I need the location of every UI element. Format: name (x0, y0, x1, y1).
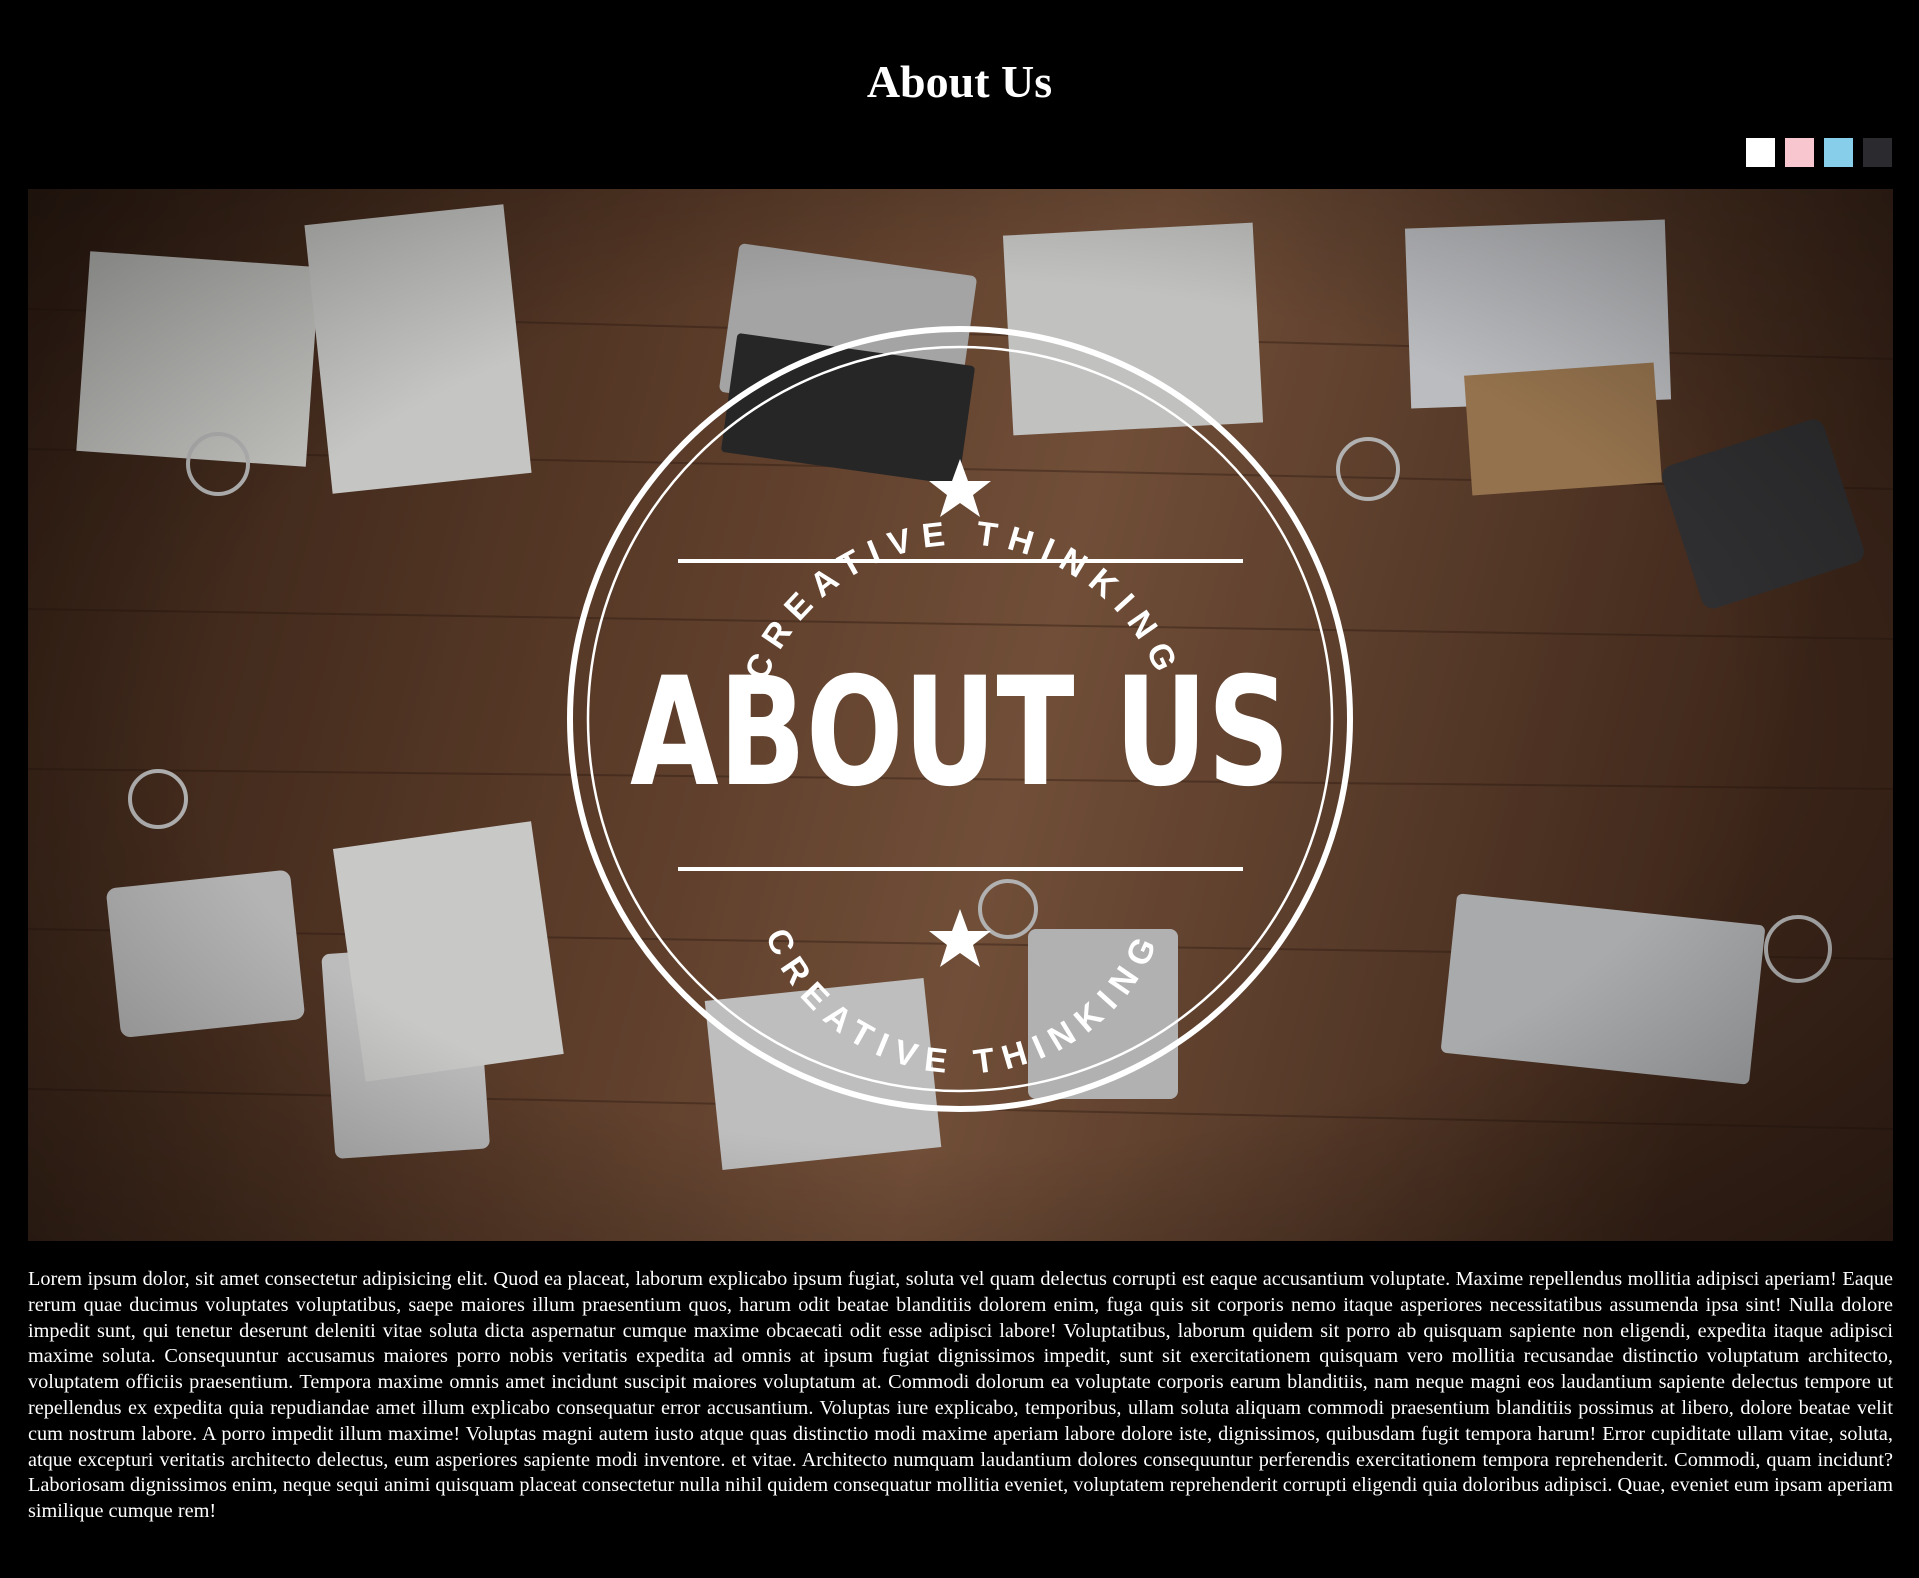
theme-swatch-pink[interactable] (1785, 138, 1814, 167)
about-us-banner: CREATIVE THINKING CREATIVE THINKING ABOU… (28, 189, 1893, 1241)
hero-image: CREATIVE THINKING CREATIVE THINKING ABOU… (28, 189, 1893, 1241)
badge-title: ABOUT US (630, 646, 1290, 820)
page-title: About Us (866, 56, 1053, 107)
theme-swatches (1746, 138, 1892, 167)
theme-swatch-dark[interactable] (1863, 138, 1892, 167)
theme-swatch-light-blue[interactable] (1824, 138, 1853, 167)
theme-swatch-white[interactable] (1746, 138, 1775, 167)
about-paragraph: Lorem ipsum dolor, sit amet consectetur … (28, 1268, 1893, 1523)
